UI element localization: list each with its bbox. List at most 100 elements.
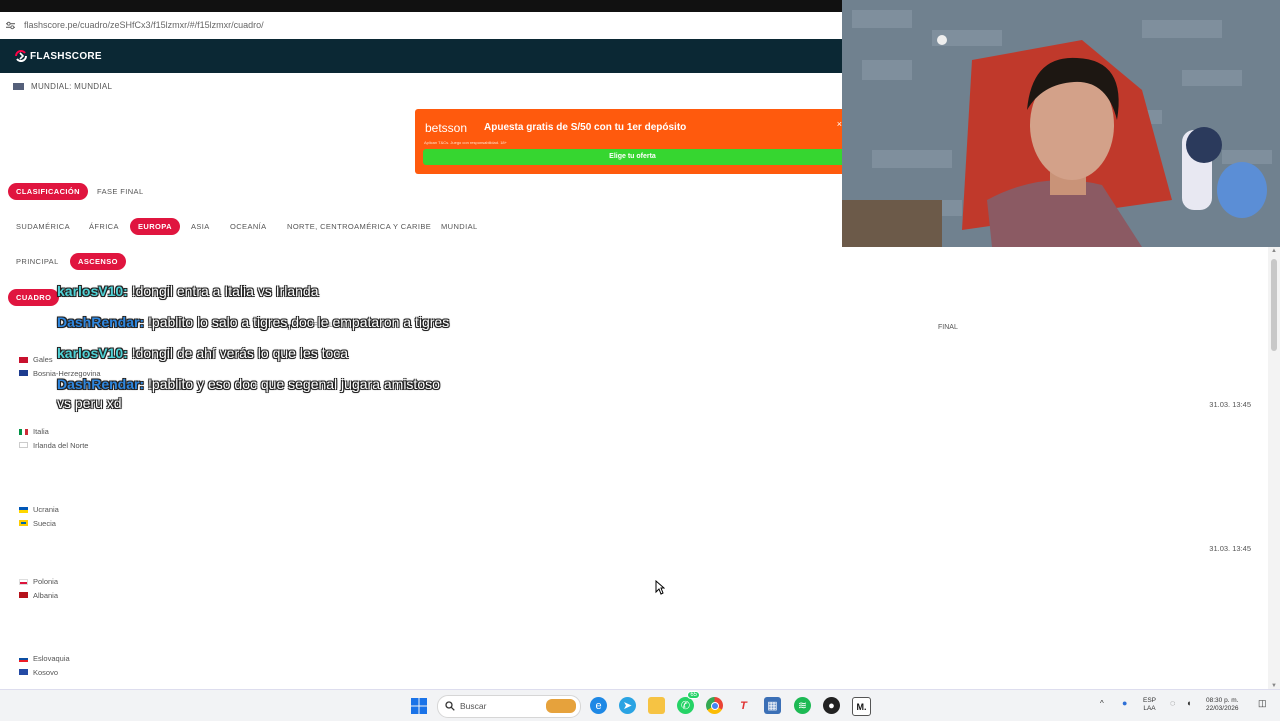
- team-away: Suecia: [33, 518, 56, 528]
- tab-region-mundial[interactable]: MUNDIAL: [441, 218, 478, 235]
- file-explorer-icon[interactable]: [648, 697, 665, 714]
- search-icon: [445, 701, 455, 711]
- tab-region-africa[interactable]: ÁFRICA: [89, 218, 119, 235]
- language-indicator[interactable]: ESP LAA: [1143, 697, 1156, 713]
- app-t-icon[interactable]: T: [735, 697, 752, 714]
- team-away: Albania: [33, 590, 59, 600]
- flag-northern-ireland-icon: [19, 442, 28, 449]
- tab-region-sudamerica[interactable]: SUDAMÉRICA: [16, 218, 70, 235]
- flag-kosovo-icon: [19, 669, 28, 676]
- team-away: Kosovo: [33, 667, 59, 677]
- chat-message: DashRendar: !pablito lo salo a tigres,do…: [57, 313, 449, 332]
- whatsapp-badge: 65: [687, 691, 700, 699]
- url-text[interactable]: flashscore.pe/cuadro/zeSHfCx3/f15lzmxr/#…: [24, 20, 264, 30]
- chat-text: !pablito lo salo a tigres,doc le empatar…: [148, 314, 450, 330]
- tab-ascenso[interactable]: ASCENSO: [70, 253, 126, 270]
- clock-time: 08:30 p. m.: [1206, 697, 1239, 704]
- site-settings-icon[interactable]: [6, 21, 15, 30]
- app-m-icon[interactable]: M.: [852, 697, 871, 716]
- notification-icon[interactable]: ◫: [1258, 699, 1267, 708]
- flag-ukraine-icon: [19, 506, 28, 513]
- chat-message: karlosV10: !dongil entra a Italia vs Irl…: [57, 282, 319, 301]
- whatsapp-icon[interactable]: ✆ 65: [677, 691, 700, 714]
- tab-cuadro[interactable]: CUADRO: [8, 289, 60, 306]
- flag-wales-icon: [19, 356, 28, 363]
- windows-start-icon[interactable]: [410, 697, 427, 714]
- league-name[interactable]: MUNDIAL: MUNDIAL: [31, 82, 112, 91]
- edge-icon[interactable]: e: [590, 697, 607, 714]
- clock-date: 22/03/2026: [1206, 705, 1239, 712]
- address-bar[interactable]: flashscore.pe/cuadro/zeSHfCx3/f15lzmxr/#…: [0, 12, 842, 40]
- match-polonia-albania[interactable]: Polonia Albania: [19, 575, 58, 602]
- lang-top: ESP: [1143, 697, 1157, 704]
- site-header: FLASHSCORE: [0, 39, 842, 73]
- ad-headline: Apuesta gratis de S/50 con tu 1er depósi…: [484, 122, 687, 133]
- chrome-icon[interactable]: [706, 697, 723, 714]
- spotify-icon[interactable]: ≋: [794, 697, 811, 714]
- brand-name: FLASHSCORE: [30, 50, 102, 62]
- ad-cta-button[interactable]: Elige tu oferta: [423, 149, 842, 165]
- ad-fine-print: Aplican T&Cs. Juego con responsabilidad.…: [424, 140, 507, 145]
- tab-fase-final[interactable]: FASE FINAL: [97, 183, 144, 200]
- calculator-icon[interactable]: ▦: [764, 697, 781, 714]
- tray-chevron-icon[interactable]: ^: [1100, 700, 1104, 708]
- chat-username: DashRendar:: [57, 314, 145, 330]
- search-highlight-icon: [546, 699, 576, 713]
- chat-username: karlosV10:: [57, 283, 128, 299]
- tab-region-asia[interactable]: ASIA: [191, 218, 210, 235]
- match-datetime: 31.03. 13:45: [1209, 400, 1251, 409]
- team-home: Italia: [33, 427, 49, 437]
- chat-username: DashRendar:: [57, 376, 145, 392]
- webcam-scene: [842, 0, 1280, 247]
- league-breadcrumb[interactable]: MUNDIAL: MUNDIAL: [13, 82, 112, 91]
- tab-region-europa[interactable]: EUROPA: [130, 218, 180, 235]
- network-icon[interactable]: ◌: [1170, 699, 1175, 708]
- search-placeholder: Buscar: [460, 701, 487, 711]
- chat-message: DashRendar: !pablito y eso doc que segen…: [57, 375, 440, 413]
- scrollbar-thumb[interactable]: [1271, 259, 1277, 351]
- flashscore-logo[interactable]: FLASHSCORE: [14, 49, 102, 63]
- volume-icon[interactable]: ◖: [1186, 699, 1191, 708]
- match-datetime: 31.03. 13:45: [1209, 544, 1251, 553]
- mouse-cursor-icon: [655, 580, 665, 595]
- chat-message: karlosV10: !dongil de ahí verás lo que l…: [57, 344, 348, 363]
- chat-username: karlosV10:: [57, 345, 128, 361]
- betsson-ad-banner[interactable]: betsson Apuesta gratis de S/50 con tu 1e…: [415, 109, 842, 174]
- browser-title-strip: [0, 0, 842, 12]
- chat-text: !dongil de ahí verás lo que les toca: [131, 345, 349, 361]
- windows-taskbar: Buscar e ➤ ✆ 65 T ▦ ≋ ● M. ^ ● ESP LAA ◌…: [0, 689, 1280, 721]
- tab-region-norte-centroamerica[interactable]: NORTE, CENTROAMÉRICA Y CARIBE: [287, 218, 431, 235]
- flag-poland-icon: [19, 578, 28, 585]
- page-scrollbar[interactable]: ▲ ▼: [1268, 247, 1280, 689]
- tab-region-oceania[interactable]: OCEANÍA: [230, 218, 267, 235]
- webcam-overlay: [842, 0, 1280, 247]
- flag-italy-icon: [19, 428, 28, 435]
- chat-text-continued: vs peru xd: [57, 395, 122, 411]
- world-flag-icon: [13, 83, 24, 90]
- flag-bosnia-icon: [19, 370, 28, 377]
- team-home: Gales: [33, 355, 53, 365]
- flashscore-logo-icon: [15, 50, 27, 62]
- taskbar-search[interactable]: Buscar: [437, 695, 581, 718]
- ad-brand: betsson: [425, 121, 468, 135]
- match-italia-irlanda[interactable]: Italia Irlanda del Norte: [19, 425, 88, 452]
- team-home: Ucrania: [33, 505, 59, 515]
- microphone-icon[interactable]: ●: [1122, 699, 1127, 708]
- match-ucrania-suecia[interactable]: Ucrania Suecia: [19, 503, 59, 530]
- team-home: Eslovaquia: [33, 654, 70, 664]
- tab-clasificacion[interactable]: CLASIFICACIÓN: [8, 183, 88, 200]
- lang-bottom: LAA: [1143, 705, 1156, 712]
- chat-text: !dongil entra a Italia vs Irlanda: [131, 283, 319, 299]
- match-eslovaquia-kosovo[interactable]: Eslovaquia Kosovo: [19, 652, 70, 679]
- scroll-up-icon[interactable]: ▲: [1271, 248, 1277, 254]
- flag-albania-icon: [19, 592, 28, 599]
- round-label-final: FINAL: [938, 324, 958, 331]
- flag-sweden-icon: [19, 520, 28, 527]
- clock[interactable]: 08:30 p. m. 22/03/2026: [1206, 697, 1239, 713]
- obs-icon[interactable]: ●: [823, 697, 840, 714]
- telegram-icon[interactable]: ➤: [619, 697, 636, 714]
- team-home: Polonia: [33, 577, 59, 587]
- team-away: Irlanda del Norte: [33, 440, 89, 450]
- tab-principal[interactable]: PRINCIPAL: [16, 253, 59, 270]
- flag-slovakia-icon: [19, 655, 28, 662]
